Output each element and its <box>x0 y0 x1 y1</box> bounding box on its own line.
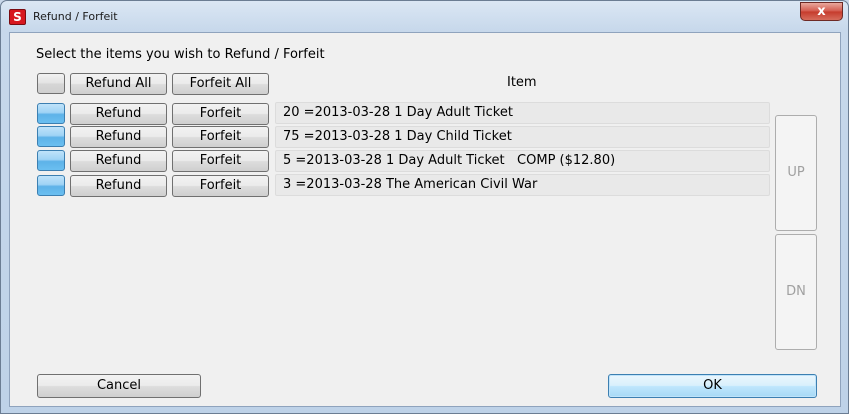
row-forfeit-button[interactable]: Forfeit <box>172 150 269 172</box>
row-select-toggle[interactable] <box>37 126 65 147</box>
dialog-body: Select the items you wish to Refund / Fo… <box>9 32 841 407</box>
close-icon: x <box>817 4 826 19</box>
close-button[interactable]: x <box>800 2 843 21</box>
window-title: Refund / Forfeit <box>33 10 118 23</box>
cancel-button[interactable]: Cancel <box>37 374 201 398</box>
row-refund-button[interactable]: Refund <box>70 175 167 197</box>
refund-forfeit-dialog: S Refund / Forfeit x Select the items yo… <box>0 0 849 414</box>
refund-all-button[interactable]: Refund All <box>70 73 167 95</box>
ok-button[interactable]: OK <box>608 374 817 398</box>
row-refund-button[interactable]: Refund <box>70 126 167 148</box>
instruction-label: Select the items you wish to Refund / Fo… <box>36 47 325 62</box>
move-down-button[interactable]: DN <box>775 234 817 350</box>
row-select-toggle[interactable] <box>37 103 65 124</box>
app-icon: S <box>9 9 26 25</box>
row-select-toggle[interactable] <box>37 150 65 171</box>
row-forfeit-button[interactable]: Forfeit <box>172 126 269 148</box>
item-description: 3 =2013-03-28 The American Civil War <box>275 174 770 196</box>
row-forfeit-button[interactable]: Forfeit <box>172 175 269 197</box>
title-bar: S Refund / Forfeit x <box>1 1 848 33</box>
forfeit-all-button[interactable]: Forfeit All <box>172 73 269 95</box>
item-description: 75 =2013-03-28 1 Day Child Ticket <box>275 126 770 148</box>
row-refund-button[interactable]: Refund <box>70 150 167 172</box>
row-select-toggle[interactable] <box>37 175 65 196</box>
row-forfeit-button[interactable]: Forfeit <box>172 103 269 125</box>
item-description: 5 =2013-03-28 1 Day Adult Ticket COMP ($… <box>275 150 770 172</box>
item-description: 20 =2013-03-28 1 Day Adult Ticket <box>275 102 770 124</box>
item-column-header: Item <box>507 75 537 90</box>
select-all-toggle[interactable] <box>37 73 65 94</box>
row-refund-button[interactable]: Refund <box>70 103 167 125</box>
move-up-button[interactable]: UP <box>775 115 817 231</box>
